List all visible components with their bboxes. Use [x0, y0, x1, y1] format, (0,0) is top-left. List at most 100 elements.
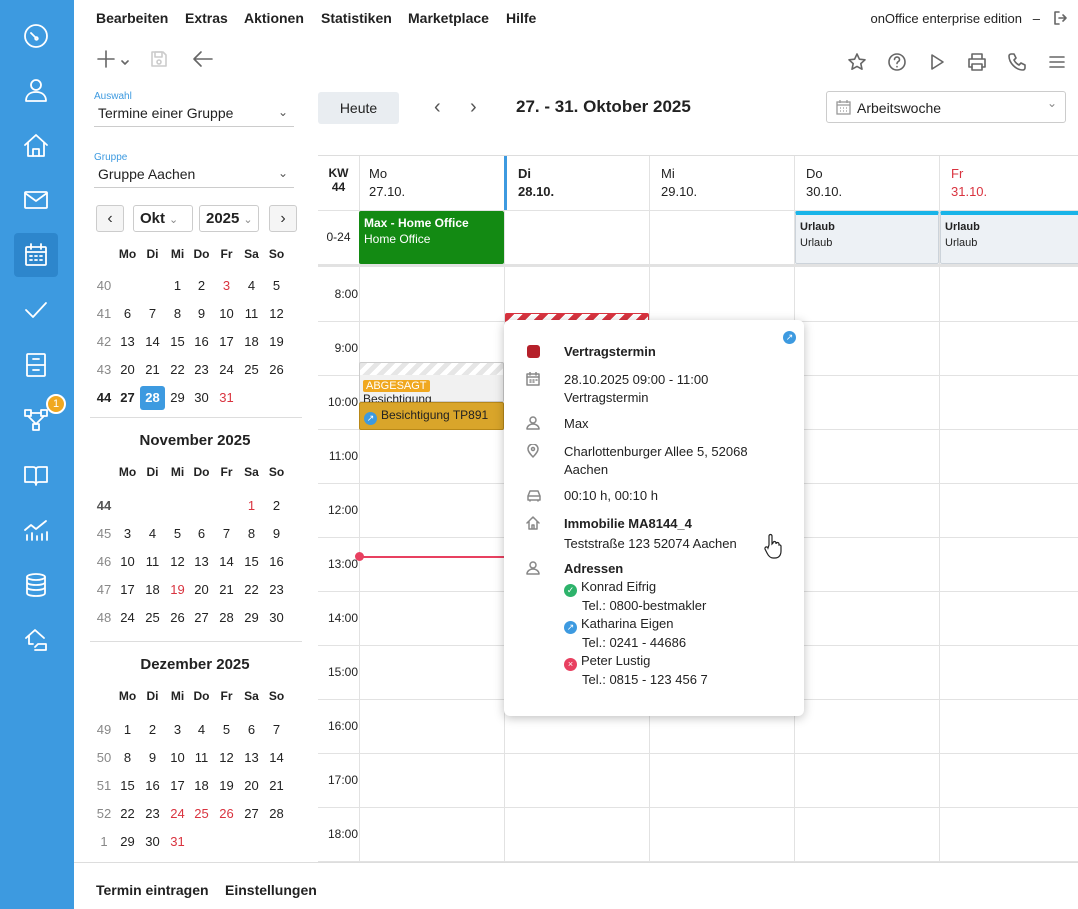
- calendar-day[interactable]: 15: [165, 334, 190, 349]
- event-urlaub-fr[interactable]: Urlaub Urlaub: [940, 211, 1078, 264]
- calendar-day[interactable]: 14: [214, 554, 239, 569]
- calendar-day[interactable]: 8: [239, 526, 264, 541]
- add-appointment-button[interactable]: Termin eintragen: [96, 882, 209, 898]
- calendar-day[interactable]: 20: [115, 362, 140, 377]
- calendar-day[interactable]: 22: [239, 582, 264, 597]
- calendar-day[interactable]: 31: [165, 834, 190, 849]
- calendar-day[interactable]: 9: [189, 306, 214, 321]
- calendar-day[interactable]: 18: [239, 334, 264, 349]
- auswahl-select[interactable]: Termine einer Gruppe ⌄: [94, 101, 294, 127]
- calendar-day[interactable]: 24: [165, 806, 190, 821]
- calendar-day[interactable]: 11: [239, 306, 264, 321]
- calendar-day[interactable]: 21: [264, 778, 289, 793]
- calendar-day[interactable]: 17: [214, 334, 239, 349]
- calendar-day[interactable]: 29: [165, 390, 190, 405]
- calendar-day[interactable]: 28: [214, 610, 239, 625]
- add-icon[interactable]: [96, 49, 130, 69]
- check-icon[interactable]: [14, 288, 58, 332]
- month-select[interactable]: Okt ⌄: [133, 205, 193, 232]
- week-number[interactable]: 51: [92, 778, 116, 793]
- contact-item[interactable]: ✓ Konrad Eifrig: [564, 578, 708, 597]
- calendar-day[interactable]: 27: [189, 610, 214, 625]
- calendar-day[interactable]: 26: [264, 362, 289, 377]
- calendar-day[interactable]: 6: [189, 526, 214, 541]
- calendar-day[interactable]: 17: [115, 582, 140, 597]
- calendar-day[interactable]: 1: [239, 498, 264, 513]
- calendar-day[interactable]: 23: [140, 806, 165, 821]
- calendar-day[interactable]: 25: [239, 362, 264, 377]
- next-week-chevron-icon[interactable]: ›: [470, 96, 477, 119]
- day-header-do[interactable]: Do 30.10.: [806, 166, 842, 199]
- day-header-mi[interactable]: Mi 29.10.: [661, 166, 697, 199]
- calendar-day[interactable]: 4: [239, 278, 264, 293]
- calendar-day[interactable]: 7: [214, 526, 239, 541]
- calendar-day[interactable]: 3: [115, 526, 140, 541]
- calendar-day[interactable]: 14: [140, 334, 165, 349]
- calendar-day[interactable]: 24: [115, 610, 140, 625]
- calendar-day[interactable]: 22: [115, 806, 140, 821]
- calendar-day[interactable]: 7: [264, 722, 289, 737]
- calendar-day[interactable]: 3: [214, 278, 239, 293]
- calendar-day[interactable]: 30: [140, 834, 165, 849]
- event-home-office[interactable]: Max - Home Office Home Office: [359, 211, 504, 264]
- calendar-day[interactable]: 23: [264, 582, 289, 597]
- calendar-day[interactable]: 5: [214, 722, 239, 737]
- calendar-day[interactable]: 19: [165, 582, 190, 597]
- phone-icon[interactable]: [1007, 52, 1027, 72]
- hamburger-menu-icon[interactable]: [1047, 52, 1067, 72]
- calendar-day[interactable]: 4: [189, 722, 214, 737]
- week-number[interactable]: 42: [92, 334, 116, 349]
- prev-week-chevron-icon[interactable]: ‹: [434, 96, 441, 119]
- calendar-day[interactable]: 8: [115, 750, 140, 765]
- week-number[interactable]: 48: [92, 610, 116, 625]
- calendar-day[interactable]: 2: [140, 722, 165, 737]
- calendar-day[interactable]: 21: [214, 582, 239, 597]
- calendar-day[interactable]: 15: [239, 554, 264, 569]
- calendar-day[interactable]: 5: [264, 278, 289, 293]
- open-link-icon[interactable]: ↗: [783, 331, 796, 344]
- week-number[interactable]: 40: [92, 278, 116, 293]
- prev-month-button[interactable]: ‹: [96, 205, 124, 232]
- logout-icon[interactable]: [1053, 10, 1069, 26]
- back-arrow-icon[interactable]: [192, 49, 214, 69]
- calendar-day[interactable]: 10: [115, 554, 140, 569]
- calendar-day[interactable]: 24: [214, 362, 239, 377]
- calendar-day[interactable]: 2: [189, 278, 214, 293]
- calendar-day[interactable]: 1: [165, 278, 190, 293]
- week-number[interactable]: 44: [92, 390, 116, 405]
- calendar-day[interactable]: 5: [165, 526, 190, 541]
- menu-bearbeiten[interactable]: Bearbeiten: [96, 10, 168, 26]
- cabinet-icon[interactable]: [14, 343, 58, 387]
- week-number[interactable]: 44: [92, 498, 116, 513]
- week-number[interactable]: 43: [92, 362, 116, 377]
- event-besichtigung-tp891[interactable]: ↗ Besichtigung TP891: [359, 402, 504, 430]
- calendar-day[interactable]: 13: [189, 554, 214, 569]
- calendar-day[interactable]: 18: [140, 582, 165, 597]
- week-number[interactable]: 47: [92, 582, 116, 597]
- week-number[interactable]: 52: [92, 806, 116, 821]
- calendar-day[interactable]: 19: [264, 334, 289, 349]
- calendar-day[interactable]: 13: [239, 750, 264, 765]
- calendar-day[interactable]: 28: [264, 806, 289, 821]
- calendar-day[interactable]: 19: [214, 778, 239, 793]
- mail-icon[interactable]: [14, 178, 58, 222]
- menu-hilfe[interactable]: Hilfe: [506, 10, 536, 26]
- book-icon[interactable]: [14, 453, 58, 497]
- calendar-day[interactable]: 12: [165, 554, 190, 569]
- year-select[interactable]: 2025 ⌄: [199, 205, 259, 232]
- calendar-day[interactable]: 23: [189, 362, 214, 377]
- calendar-day[interactable]: 6: [115, 306, 140, 321]
- view-select[interactable]: Arbeitswoche ⌄: [826, 91, 1066, 123]
- calendar-day[interactable]: 29: [239, 610, 264, 625]
- calendar-day[interactable]: 26: [165, 610, 190, 625]
- calendar-day[interactable]: 22: [165, 362, 190, 377]
- calendar-day[interactable]: 9: [140, 750, 165, 765]
- calendar-day[interactable]: 25: [140, 610, 165, 625]
- event-urlaub-do[interactable]: Urlaub Urlaub: [795, 211, 939, 264]
- calendar-day[interactable]: 6: [239, 722, 264, 737]
- week-number[interactable]: 46: [92, 554, 116, 569]
- user-icon[interactable]: [14, 68, 58, 112]
- week-number[interactable]: 49: [92, 722, 116, 737]
- calendar-day[interactable]: 2: [264, 498, 289, 513]
- speedometer-icon[interactable]: [14, 14, 58, 58]
